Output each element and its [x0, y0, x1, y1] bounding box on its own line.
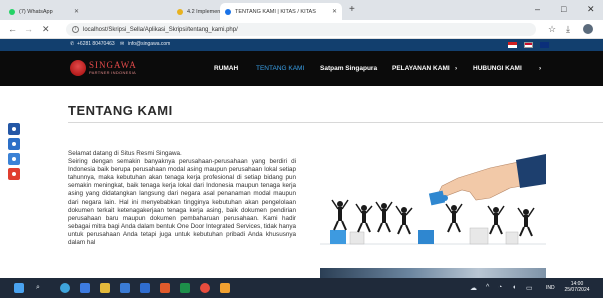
- title-divider: [68, 122, 603, 123]
- chrome-icon[interactable]: [200, 283, 210, 293]
- excel-icon[interactable]: [180, 283, 190, 293]
- search-icon[interactable]: ⌕: [36, 284, 40, 292]
- close-icon[interactable]: ✕: [70, 8, 79, 15]
- logo-tagline: PARTNER INDONESIA: [89, 70, 136, 75]
- site-logo[interactable]: SINGAWA PARTNER INDONESIA: [70, 58, 145, 78]
- side-widget-3[interactable]: [8, 153, 20, 165]
- minimize-button[interactable]: –: [535, 4, 540, 14]
- dot-icon: [12, 157, 16, 161]
- address-bar: ← → ✕ i localhost/Skripsi_Sella/Aplikasi…: [0, 20, 603, 39]
- tab-tentang-kami[interactable]: TENTANG KAMI | KITAS / KITAS ✕: [220, 3, 342, 20]
- close-icon[interactable]: ✕: [328, 8, 337, 15]
- nav-item-pelayanan-kami[interactable]: PELAYANAN KAMI: [392, 65, 450, 72]
- clock-date: 25/07/2024: [564, 287, 590, 293]
- side-widget-4[interactable]: [8, 168, 20, 180]
- side-widget-2[interactable]: [8, 138, 20, 150]
- globe-icon: [225, 8, 231, 15]
- windows-start-icon[interactable]: [14, 283, 24, 293]
- mail-icon: ✉: [120, 41, 125, 47]
- tab-label: (7) WhatsApp: [19, 8, 53, 15]
- dot-icon: [12, 172, 16, 176]
- star-icon[interactable]: ☆: [548, 24, 556, 35]
- mail-app-icon[interactable]: [80, 283, 90, 293]
- about-body: Seiring dengan semakin banyaknya perusah…: [68, 158, 296, 247]
- phone-number: +6281 80470463: [77, 41, 115, 47]
- edge-icon[interactable]: [60, 283, 70, 293]
- greeting-text: Selamat datang di Situs Resmi Singawa.: [68, 150, 182, 157]
- language-indicator[interactable]: IND: [546, 285, 555, 291]
- download-icon[interactable]: ⤓: [566, 24, 570, 35]
- page-title: TENTANG KAMI: [68, 103, 173, 118]
- logo-wordmark: SINGAWA: [89, 60, 137, 70]
- secondary-banner-image: [320, 268, 546, 278]
- url-text: localhost/Skripsi_Sella/Aplikasi_Skripsi…: [83, 26, 238, 33]
- nav-item-satpam-singapura[interactable]: Satpam Singapura: [320, 65, 377, 72]
- forward-icon[interactable]: →: [24, 24, 33, 34]
- side-widget-1[interactable]: [8, 123, 20, 135]
- phone-icon: ✆: [70, 41, 75, 47]
- dot-icon: [12, 127, 16, 131]
- site-topbar: ✆ +6281 80470463 ✉ info@singawa.com: [0, 39, 603, 51]
- cloud-icon[interactable]: ☁: [470, 284, 477, 292]
- indonesia-flag-icon[interactable]: [508, 42, 517, 48]
- file-explorer-icon[interactable]: [100, 283, 110, 293]
- chevron-up-icon[interactable]: ^: [486, 284, 489, 291]
- powerpoint-icon[interactable]: [160, 283, 170, 293]
- battery-icon[interactable]: ▭: [526, 284, 533, 292]
- back-icon[interactable]: ←: [8, 24, 17, 34]
- teamwork-illustration: [320, 148, 547, 263]
- close-icon[interactable]: ✕: [42, 24, 50, 35]
- singapore-flag-icon[interactable]: [524, 42, 533, 48]
- url-field[interactable]: i localhost/Skripsi_Sella/Aplikasi_Skrip…: [66, 23, 536, 36]
- page-content: TENTANG KAMI Selamat datang di Situs Res…: [0, 86, 603, 278]
- nav-item-hubungi-kami[interactable]: HUBUNGI KAMI: [473, 65, 522, 72]
- dot-icon: [12, 142, 16, 146]
- profile-avatar[interactable]: [583, 24, 593, 34]
- store-icon[interactable]: [120, 283, 130, 293]
- document-icon: [177, 8, 183, 15]
- new-tab-button[interactable]: +: [349, 4, 355, 15]
- puzzle-hands-illustration: [320, 154, 547, 245]
- uk-flag-icon[interactable]: [540, 42, 549, 48]
- whatsapp-icon: [9, 8, 15, 15]
- email-address: info@singawa.com: [128, 41, 171, 47]
- network-icon[interactable]: ◔: [498, 284, 502, 291]
- maximize-button[interactable]: □: [561, 4, 566, 14]
- about-text: Selamat datang di Situs Resmi Singawa. S…: [68, 150, 296, 278]
- os-taskbar: ⌕ ☁ ^ ◔ ◖ ▭ IND 14:00 25/07/2024: [0, 278, 603, 298]
- close-window-button[interactable]: ✕: [587, 4, 595, 15]
- dropdown-caret-icon[interactable]: ›: [455, 65, 457, 72]
- browser-tab-strip: (7) WhatsApp ✕ 4.2 Implementasi Sistem a…: [0, 0, 603, 20]
- info-icon[interactable]: i: [72, 26, 79, 33]
- main-navbar: SINGAWA PARTNER INDONESIA RUMAH TENTANG …: [0, 51, 603, 86]
- dropdown-caret-icon[interactable]: ›: [539, 65, 541, 72]
- nav-item-rumah[interactable]: RUMAH: [214, 65, 238, 72]
- tab-whatsapp[interactable]: (7) WhatsApp ✕: [4, 3, 84, 20]
- app-icon[interactable]: [220, 283, 230, 293]
- volume-icon[interactable]: ◖: [512, 284, 516, 291]
- nav-item-tentang-kami[interactable]: TENTANG KAMI: [256, 65, 304, 72]
- word-icon[interactable]: [140, 283, 150, 293]
- lion-emblem-icon: [70, 60, 86, 76]
- clock[interactable]: 14:00 25/07/2024: [563, 281, 591, 293]
- tab-label: TENTANG KAMI | KITAS / KITAS: [235, 8, 316, 15]
